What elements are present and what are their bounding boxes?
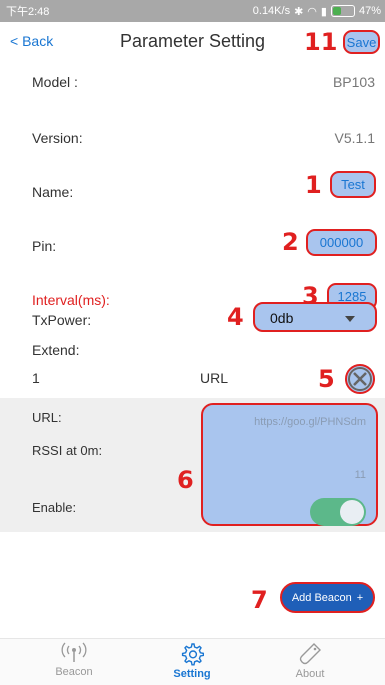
gear-icon xyxy=(181,643,204,666)
tab-bar: Beacon Setting About xyxy=(0,638,385,685)
status-bar: 下午2:48 0.14K/s ✱ ◠ ▮ 47% xyxy=(0,0,385,22)
enable-label: Enable: xyxy=(32,500,77,515)
toggle-knob xyxy=(340,500,364,524)
pin-label: Pin: xyxy=(32,238,57,254)
tab-setting-label: Setting xyxy=(173,668,211,680)
beacon-icon xyxy=(61,642,87,662)
save-button[interactable]: Save xyxy=(343,30,380,54)
tab-beacon-label: Beacon xyxy=(55,666,93,678)
status-time: 下午2:48 xyxy=(6,6,50,18)
model-label: Model : xyxy=(32,74,78,90)
txpower-value: 0db xyxy=(270,310,294,326)
nav-header: < Back Parameter Setting 11 Save xyxy=(0,22,385,62)
name-label: Name: xyxy=(32,184,74,200)
status-indicators: 0.14K/s ✱ ◠ ▮ 47% xyxy=(253,5,381,18)
pin-input[interactable]: 000000 xyxy=(306,229,377,256)
model-row: Model : BP103 xyxy=(0,62,385,102)
bluetooth-icon: ✱ xyxy=(294,5,304,18)
add-beacon-button[interactable]: Add Beacon + xyxy=(280,582,375,613)
url-label: URL: xyxy=(32,410,62,425)
txpower-select[interactable]: 0db xyxy=(253,302,377,332)
plus-icon: + xyxy=(356,591,364,604)
callout-2: 2 xyxy=(282,228,299,256)
name-input[interactable]: Test xyxy=(330,171,376,198)
callout-6: 6 xyxy=(177,466,194,494)
tag-icon xyxy=(299,643,321,665)
remove-beacon-button[interactable] xyxy=(345,364,375,394)
tab-beacon[interactable]: Beacon xyxy=(10,639,138,685)
callout-5: 5 xyxy=(318,365,335,393)
callout-1: 1 xyxy=(305,171,322,199)
url-input[interactable]: https://goo.gl/PHNSdm xyxy=(254,416,366,428)
rssi-input[interactable]: 11 xyxy=(355,469,366,481)
wifi-icon: ◠ xyxy=(307,5,317,18)
version-value: V5.1.1 xyxy=(334,130,375,146)
battery-percent: 47% xyxy=(358,5,381,17)
enable-toggle[interactable] xyxy=(310,498,366,526)
tab-setting[interactable]: Setting xyxy=(128,639,256,685)
version-label: Version: xyxy=(32,130,83,146)
txpower-label: TxPower: xyxy=(32,312,92,328)
battery-icon xyxy=(330,5,355,17)
beacon-index: 1 xyxy=(32,370,40,386)
rssi-label: RSSI at 0m: xyxy=(32,443,103,458)
callout-11: 11 xyxy=(304,28,338,56)
callout-4: 4 xyxy=(227,303,244,331)
tab-about-label: About xyxy=(295,668,325,680)
callout-7: 7 xyxy=(251,586,268,614)
name-row: Name: xyxy=(0,172,385,212)
signal-icon: ▮ xyxy=(320,5,327,18)
close-icon xyxy=(348,367,372,391)
tab-about[interactable]: About xyxy=(246,639,374,685)
beacon-fields-box: https://goo.gl/PHNSdm 11 xyxy=(201,403,378,526)
caret-down-icon xyxy=(345,316,355,322)
beacon-type: URL xyxy=(200,370,229,386)
model-value: BP103 xyxy=(332,74,375,90)
version-row: Version: V5.1.1 xyxy=(0,118,385,158)
add-beacon-label: Add Beacon xyxy=(291,591,352,604)
net-speed: 0.14K/s xyxy=(252,5,291,17)
